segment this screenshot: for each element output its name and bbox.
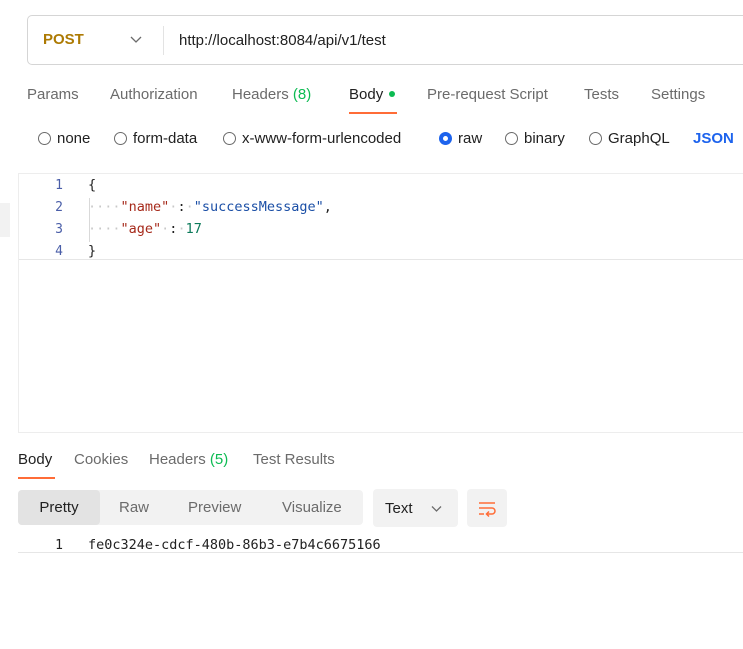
radio-form-data-label: form-data [133, 130, 198, 147]
radio-raw[interactable]: raw [439, 130, 482, 147]
body-format-dropdown[interactable]: JSON [693, 130, 734, 147]
radio-graphql-label: GraphQL [608, 130, 670, 147]
active-tab-indicator [349, 112, 397, 114]
divider [163, 26, 164, 55]
response-view-toggle: Pretty Raw Preview Visualize [18, 490, 363, 525]
response-tab-cookies[interactable]: Cookies [74, 451, 128, 468]
chevron-down-icon [431, 506, 442, 512]
tab-body[interactable]: Body [349, 86, 396, 103]
method-select[interactable]: POST [43, 31, 84, 48]
view-pretty-button[interactable]: Pretty [18, 490, 100, 525]
active-response-tab-indicator [18, 477, 55, 479]
response-tab-test-results[interactable]: Test Results [253, 451, 335, 468]
radio-circle-icon [505, 132, 518, 145]
code-line-2: ····"name"·:·"successMessage", [88, 199, 332, 215]
open-brace: { [88, 177, 97, 193]
tab-params[interactable]: Params [27, 86, 79, 103]
radio-circle-icon [114, 132, 127, 145]
chevron-down-icon[interactable] [129, 32, 143, 46]
json-key-age: "age" [120, 221, 162, 237]
wrap-lines-icon [479, 502, 496, 518]
tab-tests[interactable]: Tests [584, 86, 619, 103]
tab-settings[interactable]: Settings [651, 86, 705, 103]
line-number: 3 [55, 222, 63, 237]
response-format-label: Text [385, 500, 413, 517]
radio-graphql[interactable]: GraphQL [589, 130, 670, 147]
line-number: 2 [55, 200, 63, 215]
json-value-age: 17 [185, 221, 202, 237]
response-line-border [18, 552, 743, 553]
tab-headers-label: Headers [232, 86, 289, 103]
radio-circle-icon [589, 132, 602, 145]
response-line-number: 1 [55, 538, 63, 553]
line-number: 4 [55, 244, 63, 259]
json-key-name: "name" [120, 199, 170, 215]
response-headers-count: (5) [209, 451, 229, 468]
url-input[interactable]: http://localhost:8084/api/v1/test [179, 32, 386, 49]
tab-headers[interactable]: Headers (8) [232, 86, 311, 103]
radio-selected-icon [439, 132, 452, 145]
response-tab-body[interactable]: Body [18, 451, 52, 468]
radio-raw-label: raw [458, 130, 483, 147]
close-brace: } [88, 243, 97, 259]
radio-form-data[interactable]: form-data [114, 130, 197, 147]
tab-body-label: Body [349, 86, 384, 103]
headers-count: (8) [292, 86, 312, 103]
response-body-text: fe0c324e-cdcf-480b-86b3-e7b4c6675166 [88, 537, 381, 553]
view-preview-button[interactable]: Preview [188, 490, 241, 525]
tab-pre-request-script[interactable]: Pre-request Script [427, 86, 548, 103]
radio-circle-icon [38, 132, 51, 145]
radio-binary-label: binary [524, 130, 565, 147]
json-value-name: "successMessage" [193, 199, 324, 215]
line-number: 1 [55, 178, 63, 193]
radio-none[interactable]: none [38, 130, 90, 147]
body-modified-dot-icon [389, 91, 396, 98]
radio-none-label: none [57, 130, 91, 147]
view-visualize-button[interactable]: Visualize [282, 490, 342, 525]
response-tab-headers[interactable]: Headers (5) [149, 451, 228, 468]
radio-urlencoded[interactable]: x-www-form-urlencoded [223, 130, 401, 147]
response-tab-headers-label: Headers [149, 451, 206, 468]
radio-binary[interactable]: binary [505, 130, 565, 147]
wrap-lines-button[interactable] [467, 489, 507, 527]
radio-circle-icon [223, 132, 236, 145]
sidebar-edge [0, 203, 10, 237]
current-line-border [19, 259, 743, 260]
tab-authorization[interactable]: Authorization [110, 86, 198, 103]
radio-urlencoded-label: x-www-form-urlencoded [242, 130, 402, 147]
view-raw-button[interactable]: Raw [119, 490, 149, 525]
code-line-3: ····"age"·:·17 [88, 221, 202, 237]
url-bar: POST http://localhost:8084/api/v1/test [27, 15, 743, 65]
response-format-dropdown[interactable]: Text [373, 489, 458, 527]
